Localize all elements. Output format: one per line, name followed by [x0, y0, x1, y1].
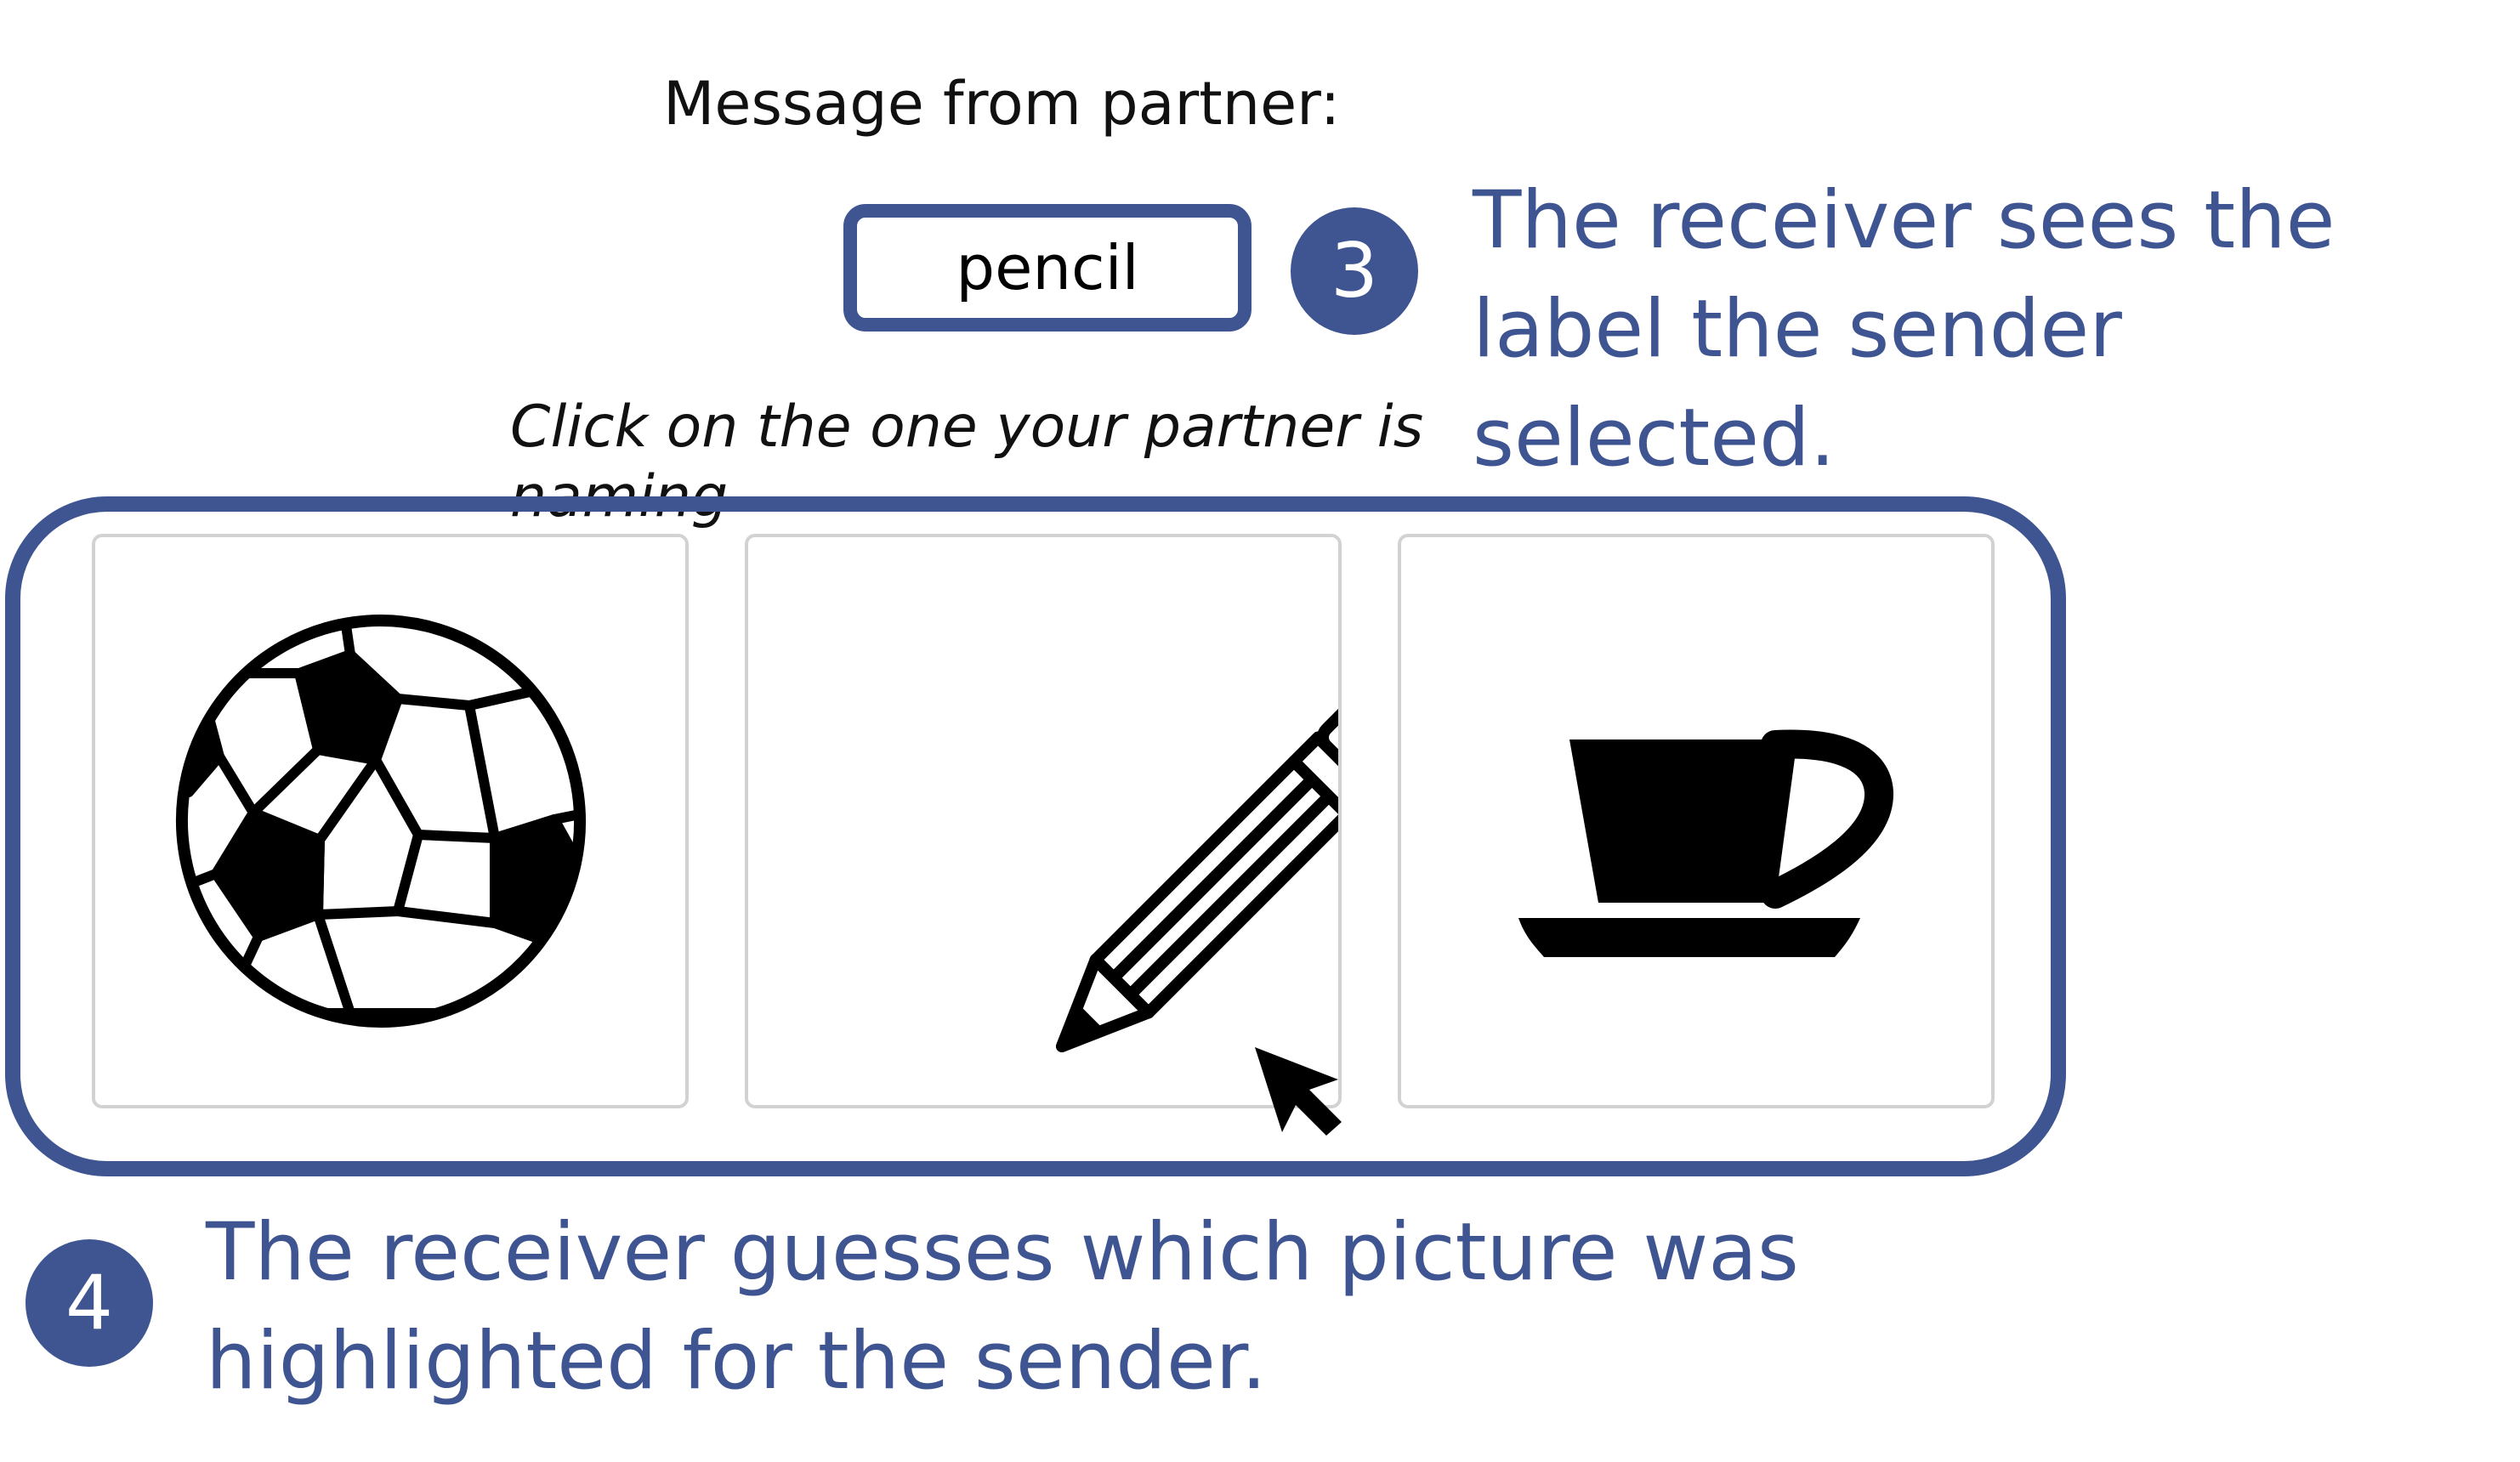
choice-card-soccer-ball[interactable] [92, 534, 689, 1108]
message-heading: Message from partner: [663, 69, 1341, 139]
partner-label-text: pencil [956, 232, 1139, 303]
step-3-annotation: The receiver sees the label the sender s… [1473, 174, 2336, 484]
partner-label-box: pencil [843, 204, 1251, 332]
coffee-cup-icon [1518, 729, 1893, 957]
pencil-icon [1056, 694, 1338, 1052]
step-3-badge: 3 [1291, 207, 1418, 335]
soccer-ball-icon [156, 594, 606, 1048]
choice-card-pencil[interactable] [745, 534, 1342, 1108]
choice-card-coffee-cup[interactable] [1398, 534, 1995, 1108]
step-4-badge: 4 [26, 1239, 153, 1367]
mouse-cursor-icon [1255, 1047, 1342, 1136]
step-4-annotation: The receiver guesses which picture was h… [206, 1206, 1799, 1408]
